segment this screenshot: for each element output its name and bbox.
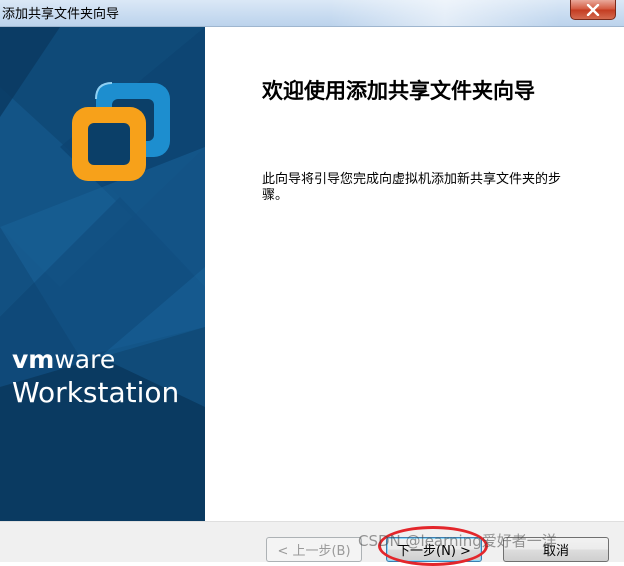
- window-title: 添加共享文件夹向导: [2, 7, 120, 22]
- title-bar[interactable]: 添加共享文件夹向导: [0, 0, 624, 27]
- wizard-description: 此向导将引导您完成向虚拟机添加新共享文件夹的步骤。: [262, 172, 562, 203]
- back-button[interactable]: < 上一步(B): [266, 537, 362, 562]
- wizard-content: 欢迎使用添加共享文件夹向导 此向导将引导您完成向虚拟机添加新共享文件夹的步骤。: [205, 27, 624, 521]
- wizard-heading: 欢迎使用添加共享文件夹向导: [262, 78, 535, 103]
- wizard-window: 添加共享文件夹向导 vmware Workstation 欢迎使用添加共享文件夹…: [0, 0, 624, 566]
- close-icon: [586, 3, 600, 16]
- watermark: CSDN @learning爱好者一洋: [358, 532, 557, 550]
- vmware-logo-icon: [72, 82, 170, 181]
- vmware-brand-text: vmware: [12, 345, 116, 374]
- close-button[interactable]: [570, 0, 616, 20]
- vmware-banner: vmware Workstation: [0, 27, 205, 521]
- product-name: Workstation: [12, 376, 180, 409]
